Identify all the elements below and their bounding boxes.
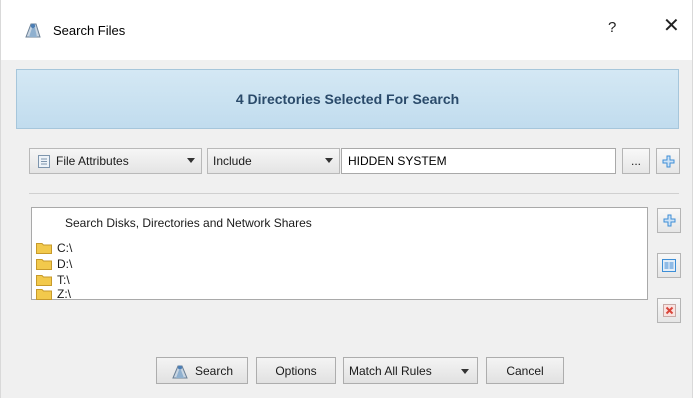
search-locations-list[interactable]: Search Disks, Directories and Network Sh… bbox=[31, 207, 648, 300]
close-button[interactable]: ✕ bbox=[663, 16, 680, 36]
app-search-icon bbox=[25, 23, 41, 38]
browse-button-label: ... bbox=[630, 154, 641, 168]
cancel-button[interactable]: Cancel bbox=[486, 357, 564, 384]
list-item-label: Z:\ bbox=[57, 288, 71, 300]
search-button[interactable]: Search bbox=[156, 357, 248, 384]
match-rules-label: Match All Rules bbox=[349, 363, 432, 378]
folder-icon bbox=[36, 259, 52, 270]
folder-icon bbox=[36, 275, 52, 286]
rule-mode-label: Include bbox=[213, 154, 252, 168]
remove-icon bbox=[662, 304, 676, 317]
plus-icon bbox=[662, 155, 674, 167]
list-item-label: C:\ bbox=[57, 241, 73, 255]
title-bar: Search Files ? ✕ bbox=[1, 0, 692, 60]
list-header: Search Disks, Directories and Network Sh… bbox=[65, 216, 312, 230]
window-title: Search Files bbox=[53, 23, 126, 38]
list-item-label: T:\ bbox=[57, 273, 70, 287]
rule-value-input[interactable]: HIDDEN SYSTEM bbox=[341, 148, 616, 174]
options-button-label: Options bbox=[275, 363, 317, 378]
chevron-down-icon bbox=[325, 158, 333, 163]
remove-location-button[interactable] bbox=[657, 298, 681, 323]
add-location-button[interactable] bbox=[657, 208, 681, 233]
rule-attribute-dropdown[interactable]: File Attributes bbox=[29, 148, 202, 174]
chevron-down-icon bbox=[461, 369, 469, 374]
edit-list-icon bbox=[662, 259, 676, 272]
list-item[interactable]: C:\ bbox=[36, 240, 72, 256]
selection-banner: 4 Directories Selected For Search bbox=[16, 69, 679, 129]
help-button[interactable]: ? bbox=[608, 19, 616, 36]
list-item-label: D:\ bbox=[57, 257, 73, 271]
options-button[interactable]: Options bbox=[256, 357, 336, 384]
list-item[interactable]: T:\ bbox=[36, 272, 70, 288]
search-button-label: Search bbox=[194, 363, 234, 378]
file-attributes-icon bbox=[38, 155, 50, 168]
rule-mode-dropdown[interactable]: Include bbox=[207, 148, 340, 174]
edit-locations-button[interactable] bbox=[657, 253, 681, 278]
list-item[interactable]: D:\ bbox=[36, 256, 72, 272]
banner-text: 4 Directories Selected For Search bbox=[235, 91, 460, 107]
list-item[interactable]: Z:\ bbox=[36, 288, 71, 300]
folder-icon bbox=[36, 289, 52, 300]
section-divider bbox=[29, 193, 679, 194]
match-rules-dropdown[interactable]: Match All Rules bbox=[343, 357, 478, 384]
magnifier-icon bbox=[172, 365, 188, 378]
cancel-button-label: Cancel bbox=[506, 363, 544, 378]
chevron-down-icon bbox=[187, 158, 195, 163]
browse-button[interactable]: ... bbox=[622, 148, 650, 174]
plus-icon bbox=[663, 214, 675, 227]
add-rule-button[interactable] bbox=[656, 148, 680, 174]
folder-icon bbox=[36, 243, 52, 254]
search-files-dialog: Search Files ? ✕ 4 Directories Selected … bbox=[0, 0, 693, 398]
